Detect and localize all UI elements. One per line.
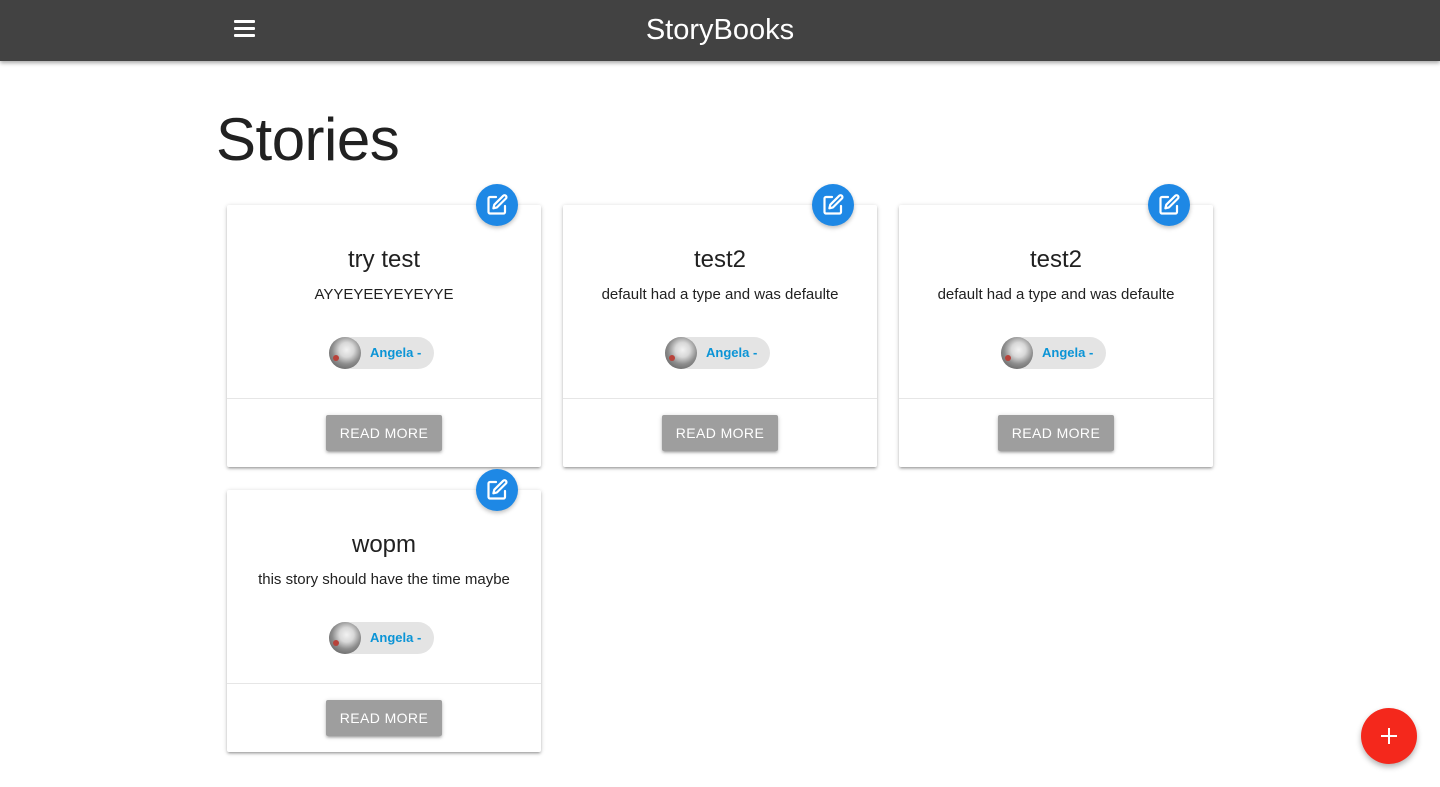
card-divider [899, 398, 1213, 399]
story-excerpt: default had a type and was defaulte [601, 286, 839, 303]
brand-logo: StoryBooks [0, 12, 1440, 48]
brand-link[interactable]: StoryBooks [646, 14, 794, 46]
card-divider [563, 398, 877, 399]
edit-icon [1159, 194, 1180, 215]
author-name[interactable]: Angela - [370, 337, 421, 369]
author-chip[interactable]: Angela - [665, 337, 770, 369]
read-more-button[interactable]: Read More [662, 415, 778, 451]
card-content: wopm this story should have the time may… [227, 490, 541, 683]
story-excerpt: this story should have the time maybe [258, 571, 510, 588]
story-title: test2 [693, 246, 747, 273]
read-more-button[interactable]: Read More [998, 415, 1114, 451]
edit-icon [823, 194, 844, 215]
edit-story-button[interactable] [1148, 184, 1190, 226]
author-chip[interactable]: Angela - [329, 622, 434, 654]
card-content: test2 default had a type and was default… [563, 205, 877, 398]
edit-icon [487, 479, 508, 500]
story-card: wopm this story should have the time may… [227, 469, 541, 752]
author-name[interactable]: Angela - [1042, 337, 1093, 369]
card-content: test2 default had a type and was default… [899, 205, 1213, 398]
card-divider [227, 683, 541, 684]
edit-story-button[interactable] [476, 469, 518, 511]
story-excerpt: default had a type and was defaulte [937, 286, 1175, 303]
story-card: test2 default had a type and was default… [563, 184, 877, 467]
author-avatar [329, 337, 361, 369]
story-card: test2 default had a type and was default… [899, 184, 1213, 467]
author-chip[interactable]: Angela - [329, 337, 434, 369]
edit-story-button[interactable] [812, 184, 854, 226]
author-avatar [665, 337, 697, 369]
story-title: try test [347, 246, 420, 273]
hamburger-menu-icon[interactable] [233, 17, 257, 41]
edit-icon [487, 194, 508, 215]
page-title: Stories [216, 106, 400, 173]
top-navbar: StoryBooks [0, 0, 1440, 61]
story-card: try test AYYEYEEYEYEYYE Angela - Read Mo… [227, 184, 541, 467]
author-name[interactable]: Angela - [706, 337, 757, 369]
edit-story-button[interactable] [476, 184, 518, 226]
author-chip[interactable]: Angela - [1001, 337, 1106, 369]
card-divider [227, 398, 541, 399]
add-story-button[interactable] [1361, 708, 1417, 764]
story-excerpt: AYYEYEEYEYEYYE [314, 286, 454, 303]
card-content: try test AYYEYEEYEYEYYE Angela - [227, 205, 541, 398]
author-name[interactable]: Angela - [370, 622, 421, 654]
story-title: wopm [351, 531, 417, 558]
read-more-button[interactable]: Read More [326, 700, 442, 736]
read-more-button[interactable]: Read More [326, 415, 442, 451]
story-title: test2 [1029, 246, 1083, 273]
author-avatar [329, 622, 361, 654]
author-avatar [1001, 337, 1033, 369]
